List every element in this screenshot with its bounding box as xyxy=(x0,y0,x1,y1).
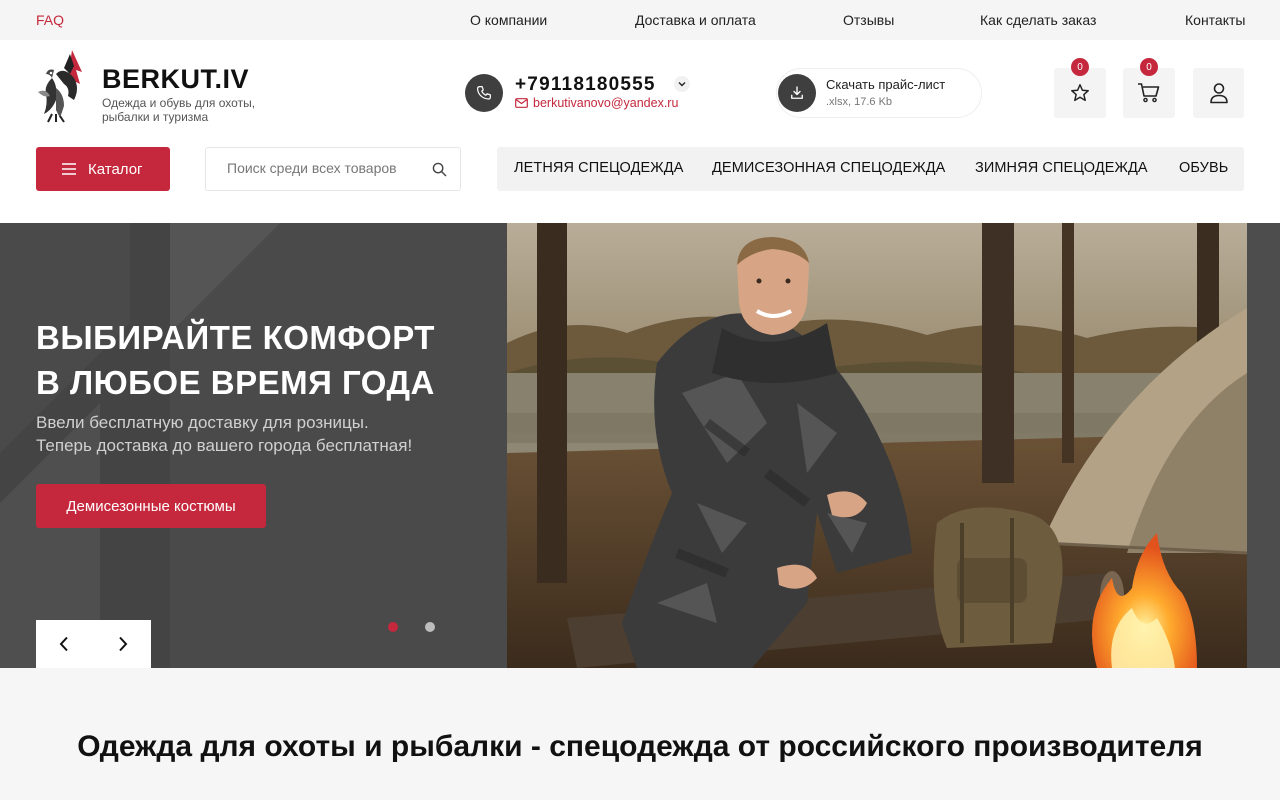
slider-dot-1[interactable] xyxy=(388,622,398,632)
catalog-button-label: Каталог xyxy=(88,160,143,178)
chevron-right-icon[interactable] xyxy=(113,634,133,654)
hero-text: Ввели бесплатную доставку для розницы. Т… xyxy=(36,411,456,457)
nav-link-about[interactable]: О компании xyxy=(470,12,547,28)
slider-arrows xyxy=(36,620,151,668)
cart-icon xyxy=(1138,83,1160,103)
hero-banner: ВЫБИРАЙТЕ КОМФОРТ В ЛЮБОЕ ВРЕМЯ ГОДА Вве… xyxy=(0,223,1280,668)
hero-text-line-1: Ввели бесплатную доставку для розницы. xyxy=(36,413,369,432)
hero-text-line-2: Теперь доставка до вашего города бесплат… xyxy=(36,436,413,455)
nav-link-reviews[interactable]: Отзывы xyxy=(843,12,894,28)
category-menu: ЛЕТНЯЯ СПЕЦОДЕЖДА ДЕМИСЕЗОННАЯ СПЕЦОДЕЖД… xyxy=(497,147,1244,191)
star-icon xyxy=(1071,84,1089,102)
chevron-down-icon[interactable] xyxy=(674,76,690,92)
account-button[interactable] xyxy=(1193,68,1244,118)
nav-link-contacts[interactable]: Контакты xyxy=(1185,12,1245,28)
email-text: berkutivanovo@yandex.ru xyxy=(533,96,679,110)
brand-subtitle: Одежда и обувь для охоты, рыбалки и тури… xyxy=(102,96,256,124)
price-list-title[interactable]: Скачать прайс-лист xyxy=(826,77,945,92)
search-box xyxy=(205,147,461,191)
chevron-left-icon[interactable] xyxy=(54,634,74,654)
favorites-count-badge: 0 xyxy=(1071,58,1089,76)
brand-title[interactable]: BERKUT.IV xyxy=(102,64,249,95)
category-winter-workwear[interactable]: ЗИМНЯЯ СПЕЦОДЕЖДА xyxy=(975,160,1148,176)
slider-dot-2[interactable] xyxy=(425,622,435,632)
category-footwear[interactable]: ОБУВЬ xyxy=(1179,160,1228,176)
faq-link[interactable]: FAQ xyxy=(36,12,64,28)
phone-number[interactable]: +79118180555 xyxy=(515,74,656,96)
hero-next-slide-preview xyxy=(1247,223,1280,668)
phone-icon[interactable] xyxy=(465,74,503,112)
menu-icon xyxy=(62,163,76,175)
hero-title-line-2: В ЛЮБОЕ ВРЕМЯ ГОДА xyxy=(36,364,435,401)
search-input[interactable] xyxy=(227,160,427,176)
section-heading: Одежда для охоты и рыбалки - спецодежда … xyxy=(77,730,1203,763)
search-icon[interactable] xyxy=(432,162,447,177)
download-icon[interactable] xyxy=(778,74,816,112)
nav-link-delivery[interactable]: Доставка и оплата xyxy=(635,12,756,28)
intro-section: Одежда для охоты и рыбалки - спецодежда … xyxy=(0,668,1280,800)
hero-title-line-1: ВЫБИРАЙТЕ КОМФОРТ xyxy=(36,319,435,356)
hero-cta-button[interactable]: Демисезонные костюмы xyxy=(36,484,266,528)
hero-photo xyxy=(507,223,1247,668)
category-demiseason-workwear[interactable]: ДЕМИСЕЗОННАЯ СПЕЦОДЕЖДА xyxy=(712,160,945,176)
mail-icon xyxy=(515,98,528,108)
hero-title: ВЫБИРАЙТЕ КОМФОРТ В ЛЮБОЕ ВРЕМЯ ГОДА xyxy=(36,315,435,405)
eagle-logo[interactable] xyxy=(34,48,92,124)
top-bar: FAQ О компании Доставка и оплата Отзывы … xyxy=(0,0,1280,40)
cart-count-badge: 0 xyxy=(1140,58,1158,76)
category-summer-workwear[interactable]: ЛЕТНЯЯ СПЕЦОДЕЖДА xyxy=(514,160,684,176)
nav-link-how-to-order[interactable]: Как сделать заказ xyxy=(980,12,1096,28)
user-icon xyxy=(1209,83,1228,104)
email-link[interactable]: berkutivanovo@yandex.ru xyxy=(515,96,678,110)
price-list-meta: .xlsx, 17.6 Kb xyxy=(826,96,893,108)
catalog-button[interactable]: Каталог xyxy=(36,147,170,191)
